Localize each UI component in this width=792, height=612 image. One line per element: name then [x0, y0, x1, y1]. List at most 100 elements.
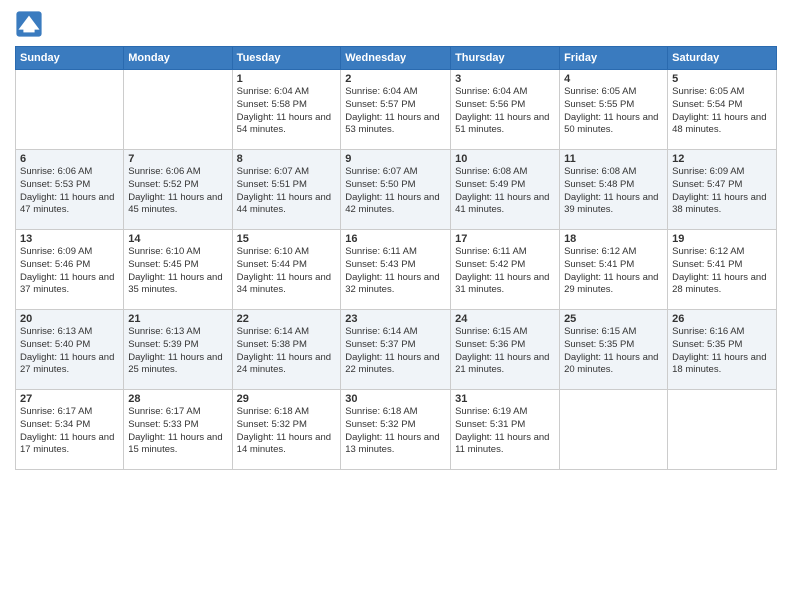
day-info: Sunrise: 6:04 AM Sunset: 5:56 PM Dayligh…: [455, 86, 555, 137]
logo: [15, 10, 45, 38]
day-number: 28: [128, 393, 227, 405]
calendar-week-row: 13Sunrise: 6:09 AM Sunset: 5:46 PM Dayli…: [16, 230, 777, 310]
calendar-cell: 1Sunrise: 6:04 AM Sunset: 5:58 PM Daylig…: [232, 70, 341, 150]
day-number: 25: [564, 313, 663, 325]
day-number: 30: [345, 393, 446, 405]
day-info: Sunrise: 6:06 AM Sunset: 5:53 PM Dayligh…: [20, 166, 119, 217]
calendar-cell: [560, 390, 668, 470]
day-info: Sunrise: 6:14 AM Sunset: 5:37 PM Dayligh…: [345, 326, 446, 377]
weekday-header: Wednesday: [341, 47, 451, 70]
calendar-cell: 22Sunrise: 6:14 AM Sunset: 5:38 PM Dayli…: [232, 310, 341, 390]
weekday-header: Friday: [560, 47, 668, 70]
day-number: 20: [20, 313, 119, 325]
day-number: 23: [345, 313, 446, 325]
day-info: Sunrise: 6:17 AM Sunset: 5:33 PM Dayligh…: [128, 406, 227, 457]
calendar-cell: 19Sunrise: 6:12 AM Sunset: 5:41 PM Dayli…: [668, 230, 777, 310]
day-number: 7: [128, 153, 227, 165]
logo-icon: [15, 10, 43, 38]
header: [15, 10, 777, 38]
calendar-cell: 27Sunrise: 6:17 AM Sunset: 5:34 PM Dayli…: [16, 390, 124, 470]
calendar-cell: 2Sunrise: 6:04 AM Sunset: 5:57 PM Daylig…: [341, 70, 451, 150]
calendar-cell: 8Sunrise: 6:07 AM Sunset: 5:51 PM Daylig…: [232, 150, 341, 230]
calendar-cell: 21Sunrise: 6:13 AM Sunset: 5:39 PM Dayli…: [124, 310, 232, 390]
calendar-cell: 29Sunrise: 6:18 AM Sunset: 5:32 PM Dayli…: [232, 390, 341, 470]
day-info: Sunrise: 6:11 AM Sunset: 5:43 PM Dayligh…: [345, 246, 446, 297]
day-info: Sunrise: 6:08 AM Sunset: 5:49 PM Dayligh…: [455, 166, 555, 217]
day-info: Sunrise: 6:18 AM Sunset: 5:32 PM Dayligh…: [345, 406, 446, 457]
day-info: Sunrise: 6:15 AM Sunset: 5:35 PM Dayligh…: [564, 326, 663, 377]
calendar-cell: 23Sunrise: 6:14 AM Sunset: 5:37 PM Dayli…: [341, 310, 451, 390]
calendar-cell: 26Sunrise: 6:16 AM Sunset: 5:35 PM Dayli…: [668, 310, 777, 390]
day-number: 26: [672, 313, 772, 325]
day-info: Sunrise: 6:09 AM Sunset: 5:46 PM Dayligh…: [20, 246, 119, 297]
calendar-cell: 20Sunrise: 6:13 AM Sunset: 5:40 PM Dayli…: [16, 310, 124, 390]
calendar-cell: 18Sunrise: 6:12 AM Sunset: 5:41 PM Dayli…: [560, 230, 668, 310]
day-info: Sunrise: 6:05 AM Sunset: 5:54 PM Dayligh…: [672, 86, 772, 137]
day-info: Sunrise: 6:09 AM Sunset: 5:47 PM Dayligh…: [672, 166, 772, 217]
day-number: 18: [564, 233, 663, 245]
calendar-cell: 24Sunrise: 6:15 AM Sunset: 5:36 PM Dayli…: [451, 310, 560, 390]
calendar-week-row: 6Sunrise: 6:06 AM Sunset: 5:53 PM Daylig…: [16, 150, 777, 230]
calendar-cell: 28Sunrise: 6:17 AM Sunset: 5:33 PM Dayli…: [124, 390, 232, 470]
calendar-cell: 4Sunrise: 6:05 AM Sunset: 5:55 PM Daylig…: [560, 70, 668, 150]
day-number: 24: [455, 313, 555, 325]
day-number: 1: [237, 73, 337, 85]
calendar-cell: 25Sunrise: 6:15 AM Sunset: 5:35 PM Dayli…: [560, 310, 668, 390]
day-info: Sunrise: 6:04 AM Sunset: 5:58 PM Dayligh…: [237, 86, 337, 137]
day-info: Sunrise: 6:16 AM Sunset: 5:35 PM Dayligh…: [672, 326, 772, 377]
calendar-cell: 15Sunrise: 6:10 AM Sunset: 5:44 PM Dayli…: [232, 230, 341, 310]
day-info: Sunrise: 6:12 AM Sunset: 5:41 PM Dayligh…: [672, 246, 772, 297]
weekday-header: Saturday: [668, 47, 777, 70]
weekday-header: Thursday: [451, 47, 560, 70]
calendar-cell: 12Sunrise: 6:09 AM Sunset: 5:47 PM Dayli…: [668, 150, 777, 230]
calendar-cell: 13Sunrise: 6:09 AM Sunset: 5:46 PM Dayli…: [16, 230, 124, 310]
day-info: Sunrise: 6:14 AM Sunset: 5:38 PM Dayligh…: [237, 326, 337, 377]
day-number: 9: [345, 153, 446, 165]
day-number: 22: [237, 313, 337, 325]
calendar-week-row: 1Sunrise: 6:04 AM Sunset: 5:58 PM Daylig…: [16, 70, 777, 150]
calendar-cell: [124, 70, 232, 150]
day-number: 16: [345, 233, 446, 245]
day-info: Sunrise: 6:07 AM Sunset: 5:51 PM Dayligh…: [237, 166, 337, 217]
calendar-header-row: SundayMondayTuesdayWednesdayThursdayFrid…: [16, 47, 777, 70]
day-number: 3: [455, 73, 555, 85]
page: SundayMondayTuesdayWednesdayThursdayFrid…: [0, 0, 792, 612]
calendar-cell: 9Sunrise: 6:07 AM Sunset: 5:50 PM Daylig…: [341, 150, 451, 230]
day-number: 31: [455, 393, 555, 405]
calendar-cell: [16, 70, 124, 150]
day-number: 29: [237, 393, 337, 405]
calendar-cell: 11Sunrise: 6:08 AM Sunset: 5:48 PM Dayli…: [560, 150, 668, 230]
day-number: 15: [237, 233, 337, 245]
day-number: 5: [672, 73, 772, 85]
day-info: Sunrise: 6:04 AM Sunset: 5:57 PM Dayligh…: [345, 86, 446, 137]
day-number: 2: [345, 73, 446, 85]
calendar-cell: 7Sunrise: 6:06 AM Sunset: 5:52 PM Daylig…: [124, 150, 232, 230]
day-info: Sunrise: 6:07 AM Sunset: 5:50 PM Dayligh…: [345, 166, 446, 217]
day-info: Sunrise: 6:11 AM Sunset: 5:42 PM Dayligh…: [455, 246, 555, 297]
day-number: 27: [20, 393, 119, 405]
calendar-cell: [668, 390, 777, 470]
calendar-cell: 16Sunrise: 6:11 AM Sunset: 5:43 PM Dayli…: [341, 230, 451, 310]
day-number: 8: [237, 153, 337, 165]
day-number: 19: [672, 233, 772, 245]
day-number: 17: [455, 233, 555, 245]
calendar-cell: 6Sunrise: 6:06 AM Sunset: 5:53 PM Daylig…: [16, 150, 124, 230]
calendar-cell: 31Sunrise: 6:19 AM Sunset: 5:31 PM Dayli…: [451, 390, 560, 470]
calendar-cell: 14Sunrise: 6:10 AM Sunset: 5:45 PM Dayli…: [124, 230, 232, 310]
day-info: Sunrise: 6:15 AM Sunset: 5:36 PM Dayligh…: [455, 326, 555, 377]
day-info: Sunrise: 6:13 AM Sunset: 5:40 PM Dayligh…: [20, 326, 119, 377]
day-info: Sunrise: 6:05 AM Sunset: 5:55 PM Dayligh…: [564, 86, 663, 137]
calendar-week-row: 20Sunrise: 6:13 AM Sunset: 5:40 PM Dayli…: [16, 310, 777, 390]
day-info: Sunrise: 6:06 AM Sunset: 5:52 PM Dayligh…: [128, 166, 227, 217]
day-info: Sunrise: 6:17 AM Sunset: 5:34 PM Dayligh…: [20, 406, 119, 457]
day-info: Sunrise: 6:08 AM Sunset: 5:48 PM Dayligh…: [564, 166, 663, 217]
calendar-table: SundayMondayTuesdayWednesdayThursdayFrid…: [15, 46, 777, 470]
day-number: 11: [564, 153, 663, 165]
weekday-header: Sunday: [16, 47, 124, 70]
weekday-header: Monday: [124, 47, 232, 70]
calendar-cell: 30Sunrise: 6:18 AM Sunset: 5:32 PM Dayli…: [341, 390, 451, 470]
day-info: Sunrise: 6:18 AM Sunset: 5:32 PM Dayligh…: [237, 406, 337, 457]
day-info: Sunrise: 6:19 AM Sunset: 5:31 PM Dayligh…: [455, 406, 555, 457]
day-info: Sunrise: 6:13 AM Sunset: 5:39 PM Dayligh…: [128, 326, 227, 377]
calendar-cell: 10Sunrise: 6:08 AM Sunset: 5:49 PM Dayli…: [451, 150, 560, 230]
